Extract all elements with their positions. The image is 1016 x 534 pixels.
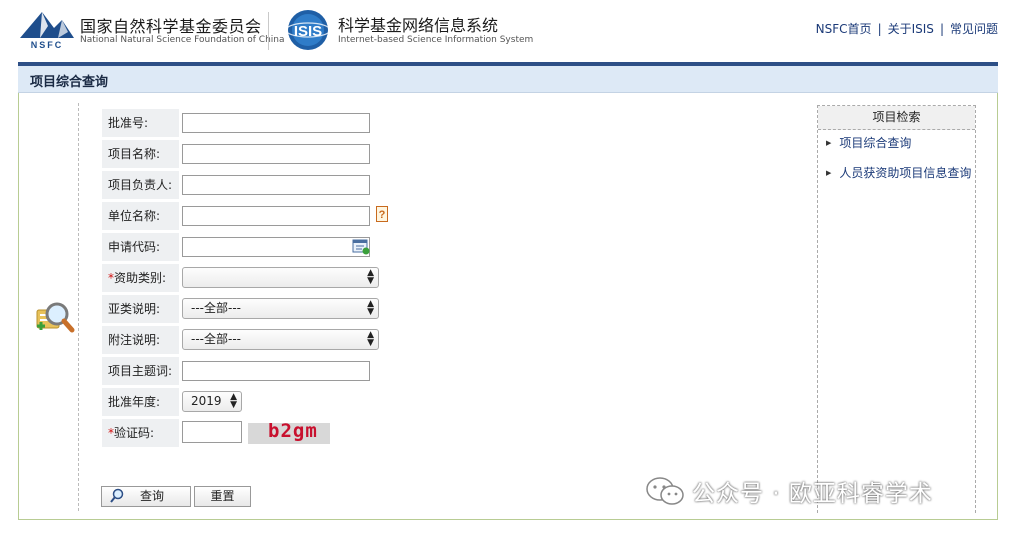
link-separator: | <box>939 22 944 36</box>
wechat-icon <box>646 477 684 505</box>
project-name-label: 项目名称: <box>102 140 179 168</box>
isis-logo[interactable]: ISIS <box>284 8 332 52</box>
link-about-isis[interactable]: 关于ISIS <box>888 22 934 36</box>
captcha-label: *验证码: <box>102 419 179 447</box>
keyword-label: 项目主题词: <box>102 357 179 385</box>
select-arrows-icon: ▲ ▼ <box>230 392 237 410</box>
captcha-text: b2gm <box>268 420 318 442</box>
bullet-triangle-icon: ▶ <box>826 139 832 147</box>
isis-name-cn: 科学基金网络信息系统 <box>338 16 499 35</box>
sidebar-item-person-funding-query[interactable]: ▶ 人员获资助项目信息查询 <box>826 164 971 181</box>
subtype-select[interactable]: ---全部--- ▲ ▼ <box>182 298 379 319</box>
nsfc-logo-text: NSFC <box>31 40 64 50</box>
org-input[interactable] <box>182 206 370 226</box>
funding-type-select[interactable]: ▲ ▼ <box>182 267 379 288</box>
nsfc-name-en: National Natural Science Foundation of C… <box>80 35 285 45</box>
search-magnifier-icon <box>36 302 75 333</box>
link-nsfc-home[interactable]: NSFC首页 <box>816 22 872 36</box>
help-icon[interactable]: ? <box>376 206 388 222</box>
site-header: NSFC 国家自然科学基金委员会 National Natural Scienc… <box>0 0 1016 62</box>
link-faq[interactable]: 常见问题 <box>950 22 998 36</box>
svg-text:?: ? <box>379 209 386 221</box>
subtype-label: 亚类说明: <box>102 295 179 323</box>
sidebar-title: 项目检索 <box>818 106 975 130</box>
approval-no-label: 批准号: <box>102 109 179 137</box>
note-select[interactable]: ---全部--- ▲ ▼ <box>182 329 379 350</box>
header-divider <box>268 12 269 50</box>
keyword-input[interactable] <box>182 361 370 381</box>
link-separator: | <box>877 22 882 36</box>
watermark-text: 公众号 · 欧亚科睿学术 <box>692 481 933 507</box>
query-button-label: 查询 <box>140 489 165 503</box>
pi-label: 项目负责人: <box>102 171 179 199</box>
select-arrows-icon: ▲ ▼ <box>367 268 374 286</box>
captcha-image[interactable]: b2gm <box>248 420 330 444</box>
project-name-input[interactable] <box>182 144 370 164</box>
isis-logo-text: ISIS <box>294 23 322 40</box>
project-search-sidebar: 项目检索 ▶ 项目综合查询 ▶ 人员获资助项目信息查询 <box>817 105 976 513</box>
year-label: 批准年度: <box>102 388 179 416</box>
isis-name-en: Internet-based Science Information Syste… <box>338 35 534 45</box>
apply-code-input[interactable] <box>182 237 370 257</box>
reset-button[interactable]: 重置 <box>194 486 251 507</box>
query-panel: 批准号: 项目名称: 项目负责人: 单位名称: ? 申请代码: *资助类别: ▲… <box>18 93 998 520</box>
nsfc-logo[interactable]: NSFC <box>18 8 76 50</box>
year-select[interactable]: 2019 ▲ ▼ <box>182 391 242 412</box>
left-decor-column <box>19 103 79 511</box>
funding-type-label: *资助类别: <box>102 264 179 292</box>
page-title: 项目综合查询 <box>30 75 109 90</box>
note-label: 附注说明: <box>102 326 179 354</box>
code-picker-icon[interactable] <box>352 238 370 255</box>
select-arrows-icon: ▲ ▼ <box>367 330 374 348</box>
bullet-triangle-icon: ▶ <box>826 169 832 177</box>
approval-no-input[interactable] <box>182 113 370 133</box>
nsfc-name-cn: 国家自然科学基金委员会 <box>80 17 262 36</box>
query-button[interactable]: 查询 <box>101 486 191 507</box>
captcha-input[interactable] <box>182 421 242 443</box>
search-icon <box>110 488 124 503</box>
org-label: 单位名称: <box>102 202 179 230</box>
top-links: NSFC首页 | 关于ISIS | 常见问题 <box>816 20 998 37</box>
apply-code-label: 申请代码: <box>102 233 179 261</box>
page-title-bar: 项目综合查询 <box>18 66 998 93</box>
select-arrows-icon: ▲ ▼ <box>367 299 374 317</box>
sidebar-item-project-query[interactable]: ▶ 项目综合查询 <box>826 134 911 151</box>
pi-input[interactable] <box>182 175 370 195</box>
